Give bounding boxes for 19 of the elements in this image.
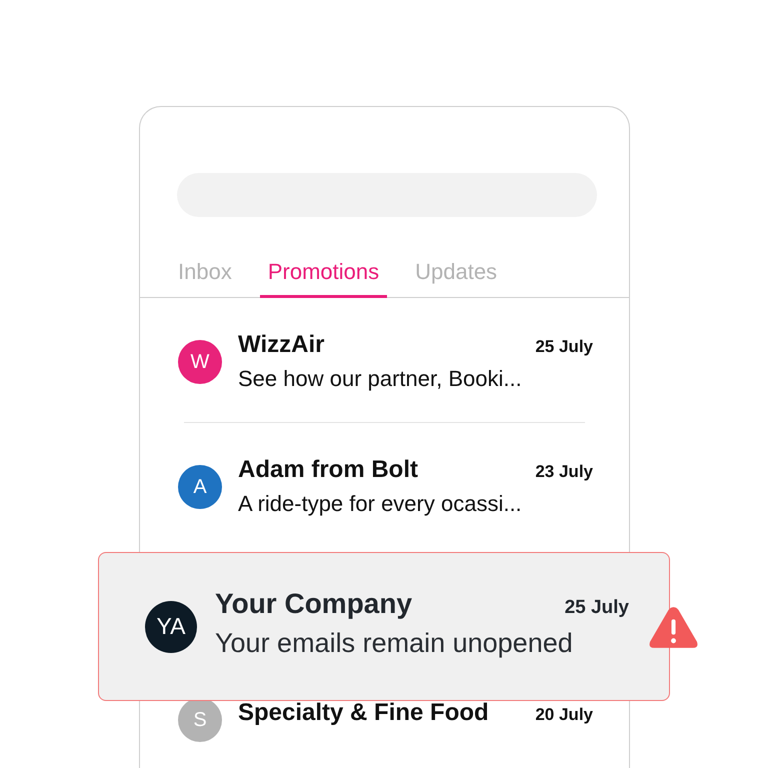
sender-name: Specialty & Fine Food xyxy=(238,698,489,728)
avatar: W xyxy=(178,340,222,384)
message-date: 25 July xyxy=(564,597,629,619)
warning-icon xyxy=(648,604,699,651)
message-preview: See how our partner, Booki... xyxy=(238,365,523,393)
avatar: YA xyxy=(145,600,197,652)
sender-name: Adam from Bolt xyxy=(238,455,418,485)
tab[interactable]: Updates xyxy=(407,246,506,298)
avatar: S xyxy=(178,698,222,742)
sender-name: Your Company xyxy=(215,588,412,620)
sender-name: WizzAir xyxy=(238,330,324,360)
tab[interactable]: Promotions xyxy=(260,246,388,298)
message-date: 25 July xyxy=(535,337,593,357)
message-preview: A ride-type for every ocassi... xyxy=(238,490,523,518)
tab[interactable]: Inbox xyxy=(170,246,240,298)
message-date: 23 July xyxy=(535,462,593,482)
alert-message: Your emails remain unopened xyxy=(215,628,574,659)
message-date: 20 July xyxy=(535,705,593,725)
avatar: A xyxy=(178,465,222,509)
